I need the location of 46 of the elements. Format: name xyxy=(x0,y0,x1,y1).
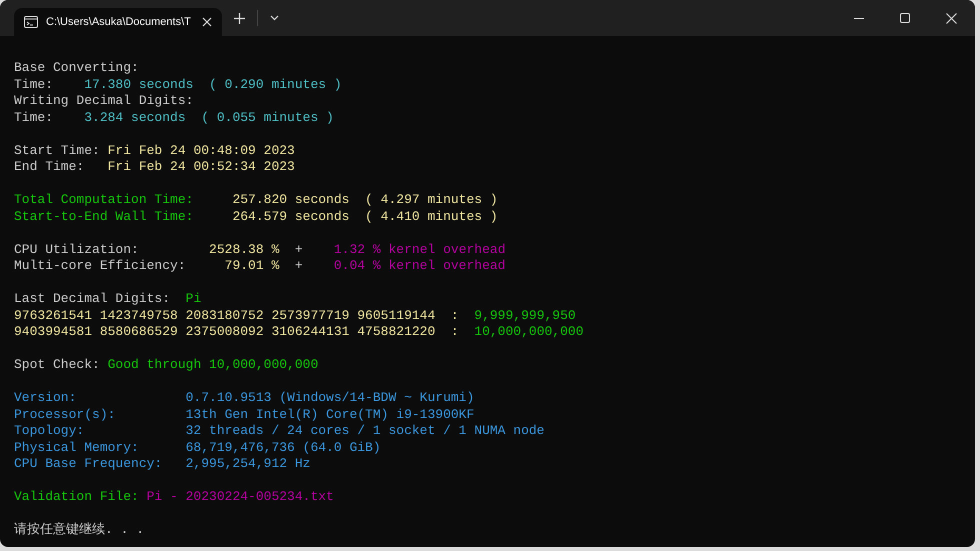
terminal-text: 257.820 seconds ( 4.297 minutes ) xyxy=(232,192,498,207)
terminal-text: 1.32 % kernel overhead xyxy=(334,242,506,256)
terminal-text: Start Time: xyxy=(14,142,101,158)
terminal-text: 79.01 % xyxy=(224,258,280,273)
terminal-text: Spot Check: xyxy=(14,357,101,372)
terminal-text: 请按任意键继续. . . xyxy=(14,522,144,537)
terminal-text: Multi-core Efficiency: xyxy=(14,258,187,273)
terminal-text: Total Computation Time: xyxy=(14,192,194,207)
terminal-text: 17.380 seconds ( 0.290 minutes ) xyxy=(84,76,342,92)
close-icon[interactable] xyxy=(946,12,957,24)
terminal-text: Last Decimal Digits: xyxy=(14,291,172,306)
terminal-text: Validation File: xyxy=(14,489,140,504)
terminal-text: 0.04 % kernel overhead xyxy=(334,258,506,273)
terminal-icon xyxy=(24,16,38,28)
terminal-text: Physical Memory: 68,719,476,736 (64.0 GiB) xyxy=(14,440,381,454)
terminal-text: 10,000,000,000 xyxy=(474,324,584,339)
close-icon[interactable] xyxy=(202,17,212,27)
terminal-tab[interactable]: C:\Users\Asuka\Documents\T xyxy=(14,8,222,36)
chevron-down-icon[interactable] xyxy=(270,15,279,21)
terminal-text: 3.284 seconds ( 0.055 minutes ) xyxy=(84,110,334,124)
new-tab-icon[interactable] xyxy=(234,12,245,24)
terminal-text: Good through 10,000,000,000 xyxy=(108,357,318,372)
terminal-text: 9763261541 1423749758 2083180752 2573977719 9605119144 : xyxy=(14,308,460,322)
terminal-text: Pi - 20230224-005234.txt xyxy=(146,489,334,504)
terminal-text: 9,999,999,950 xyxy=(474,308,576,322)
terminal-text: + xyxy=(294,242,304,256)
maximize-icon[interactable] xyxy=(900,13,910,23)
terminal-text: Topology: 32 threads / 24 cores / 1 socket / 1 NUMA node xyxy=(14,423,544,438)
tab-title: C:\Users\Asuka\Documents\T xyxy=(46,14,192,30)
terminal-text: CPU Utilization: xyxy=(14,242,140,256)
terminal-text: Processor(s): 13th Gen Intel(R) Core(TM) i9-13900KF xyxy=(14,406,474,422)
terminal-text: CPU Base Frequency: 2,995,254,912 Hz xyxy=(14,456,310,471)
terminal-text: End Time: xyxy=(14,159,86,174)
terminal-text: + xyxy=(294,258,304,273)
terminal-text: 264.579 seconds ( 4.410 minutes ) xyxy=(232,208,498,224)
terminal-text: Time: xyxy=(14,76,54,92)
terminal-text: 9403994581 8580686529 2375008092 3106244131 4758821220 : xyxy=(14,324,460,339)
terminal-text: Base Converting: xyxy=(14,60,139,75)
terminal-text: 2528.38 % xyxy=(209,242,280,256)
terminal-text: Pi xyxy=(186,291,202,306)
terminal-text: Fri Feb 24 00:48:09 2023 xyxy=(108,142,295,158)
terminal-text: Start-to-End Wall Time: xyxy=(14,208,194,224)
terminal-text: Fri Feb 24 00:52:34 2023 xyxy=(108,159,295,174)
terminal-text: Writing Decimal Digits: xyxy=(14,93,194,108)
terminal-text: Version: 0.7.10.9513 (Windows/14-BDW ~ Kurumi) xyxy=(14,390,474,405)
terminal-text: Time: xyxy=(14,110,54,124)
